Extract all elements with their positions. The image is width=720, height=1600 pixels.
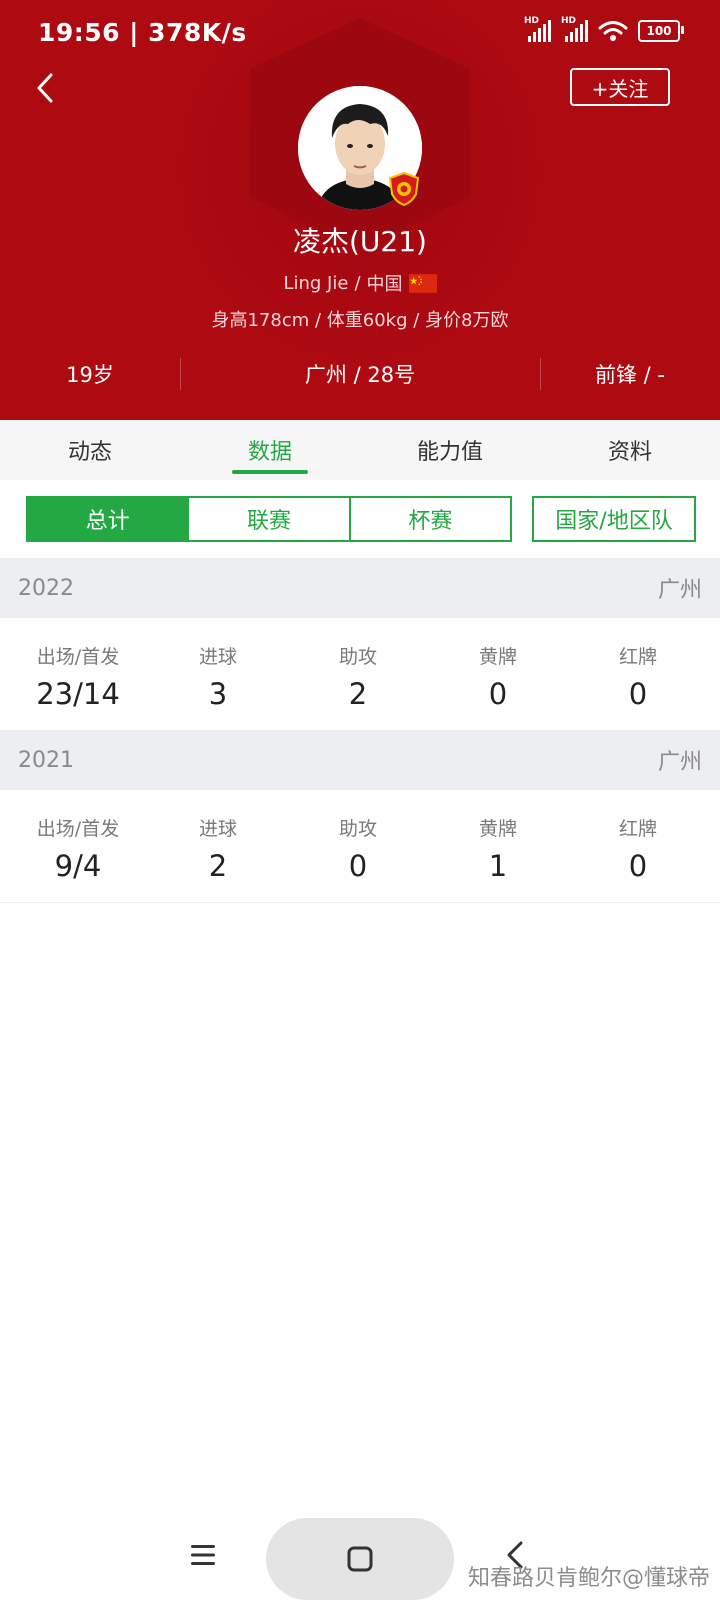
player-name: 凌杰(U21) xyxy=(293,225,427,258)
filter-cup[interactable]: 杯赛 xyxy=(351,498,510,540)
status-bar: 19:56 | 378K/s HD HD 100 xyxy=(0,0,720,68)
battery-icon: 100 xyxy=(638,20,684,42)
season-team: 广州 xyxy=(657,578,702,603)
player-identity: Ling Jie / 中国 xyxy=(0,270,720,296)
competition-filter: 总计 联赛 杯赛 xyxy=(26,496,512,542)
signal-icon: HD xyxy=(524,16,551,42)
stat-assists: 助攻 2 xyxy=(288,618,428,711)
stat-label: 红牌 xyxy=(618,818,657,840)
stat-goals: 进球 2 xyxy=(148,790,288,883)
stat-label: 出场/首发 xyxy=(36,646,120,668)
square-icon xyxy=(347,1546,373,1572)
stat-label: 红牌 xyxy=(618,646,657,668)
stat-label: 助攻 xyxy=(338,646,377,668)
stat-label: 助攻 xyxy=(338,818,377,840)
chevron-left-icon xyxy=(37,73,53,103)
season-year: 2022 xyxy=(18,575,74,601)
tab-bar: 动态 数据 能力值 资料 xyxy=(0,420,720,480)
stat-appearances: 出场/首发 23/14 xyxy=(8,618,148,711)
home-button[interactable] xyxy=(266,1518,454,1600)
separator: / xyxy=(354,272,361,294)
menu-icon[interactable] xyxy=(188,1540,218,1570)
stat-value: 0 xyxy=(348,849,368,883)
stat-label: 出场/首发 xyxy=(36,818,120,840)
stat-yellow-cards: 黄牌 0 xyxy=(428,618,568,711)
status-time: 19:56 | 378K/s xyxy=(38,18,247,47)
filter-total[interactable]: 总计 xyxy=(28,498,190,540)
stat-red-cards: 红牌 0 xyxy=(568,618,708,711)
player-position: 前锋 / - xyxy=(594,363,665,387)
stat-value: 0 xyxy=(488,677,508,711)
watermark: 知春路贝肯鲍尔@懂球帝 xyxy=(467,1566,710,1591)
stat-label: 黄牌 xyxy=(478,646,517,668)
player-nationality: 中国 xyxy=(366,274,403,295)
stat-value: 9/4 xyxy=(54,849,102,883)
filter-national-team[interactable]: 国家/地区队 xyxy=(532,496,696,542)
season-team: 广州 xyxy=(657,750,702,775)
player-english-name: Ling Jie xyxy=(283,272,349,294)
tab-profile[interactable]: 资料 xyxy=(540,420,720,480)
season-stats[interactable]: 出场/首发 23/14 进球 3 助攻 2 黄牌 0 红牌 0 xyxy=(0,618,720,731)
back-button[interactable] xyxy=(28,68,62,108)
season-header: 2021 广州 xyxy=(0,730,720,790)
stat-goals: 进球 3 xyxy=(148,618,288,711)
season-block-2022: 2022 广州 出场/首发 23/14 进球 3 助攻 2 黄牌 0 红牌 0 xyxy=(0,558,720,731)
stat-label: 进球 xyxy=(198,818,237,840)
stat-value: 2 xyxy=(208,849,228,883)
season-stats[interactable]: 出场/首发 9/4 进球 2 助攻 0 黄牌 1 红牌 0 xyxy=(0,790,720,903)
player-info-row: 19岁 广州 / 28号 前锋 / - xyxy=(0,352,720,396)
stat-label: 黄牌 xyxy=(478,818,517,840)
player-age: 19岁 xyxy=(66,363,114,387)
stat-assists: 助攻 0 xyxy=(288,790,428,883)
player-header: 19:56 | 378K/s HD HD 100 +关注 凌杰(U21) Lin… xyxy=(0,0,720,420)
status-icons: HD HD 100 xyxy=(524,16,684,42)
filter-league[interactable]: 联赛 xyxy=(189,498,351,540)
stat-label: 进球 xyxy=(198,646,237,668)
stat-value: 23/14 xyxy=(36,677,120,711)
player-club-number: 广州 / 28号 xyxy=(304,363,416,387)
stat-value: 3 xyxy=(208,677,228,711)
stat-red-cards: 红牌 0 xyxy=(568,790,708,883)
stat-value: 2 xyxy=(348,677,368,711)
follow-button[interactable]: +关注 xyxy=(570,68,670,106)
stat-value: 0 xyxy=(628,849,648,883)
china-flag-icon xyxy=(408,273,437,293)
signal-icon-2: HD xyxy=(561,16,588,42)
tab-activity[interactable]: 动态 xyxy=(0,420,180,480)
season-block-2021: 2021 广州 出场/首发 9/4 进球 2 助攻 0 黄牌 1 红牌 0 xyxy=(0,730,720,903)
tab-ability[interactable]: 能力值 xyxy=(360,420,540,480)
wifi-icon xyxy=(598,21,628,41)
stat-value: 0 xyxy=(628,677,648,711)
season-header: 2022 广州 xyxy=(0,558,720,618)
stat-appearances: 出场/首发 9/4 xyxy=(8,790,148,883)
stat-value: 1 xyxy=(488,849,508,883)
active-tab-indicator xyxy=(232,470,308,474)
stat-yellow-cards: 黄牌 1 xyxy=(428,790,568,883)
status-network-speed: 378K/s xyxy=(148,18,247,47)
club-badge-icon xyxy=(388,172,420,206)
player-body-info: 身高178cm / 体重60kg / 身价8万欧 xyxy=(211,310,509,331)
season-year: 2021 xyxy=(18,747,74,773)
